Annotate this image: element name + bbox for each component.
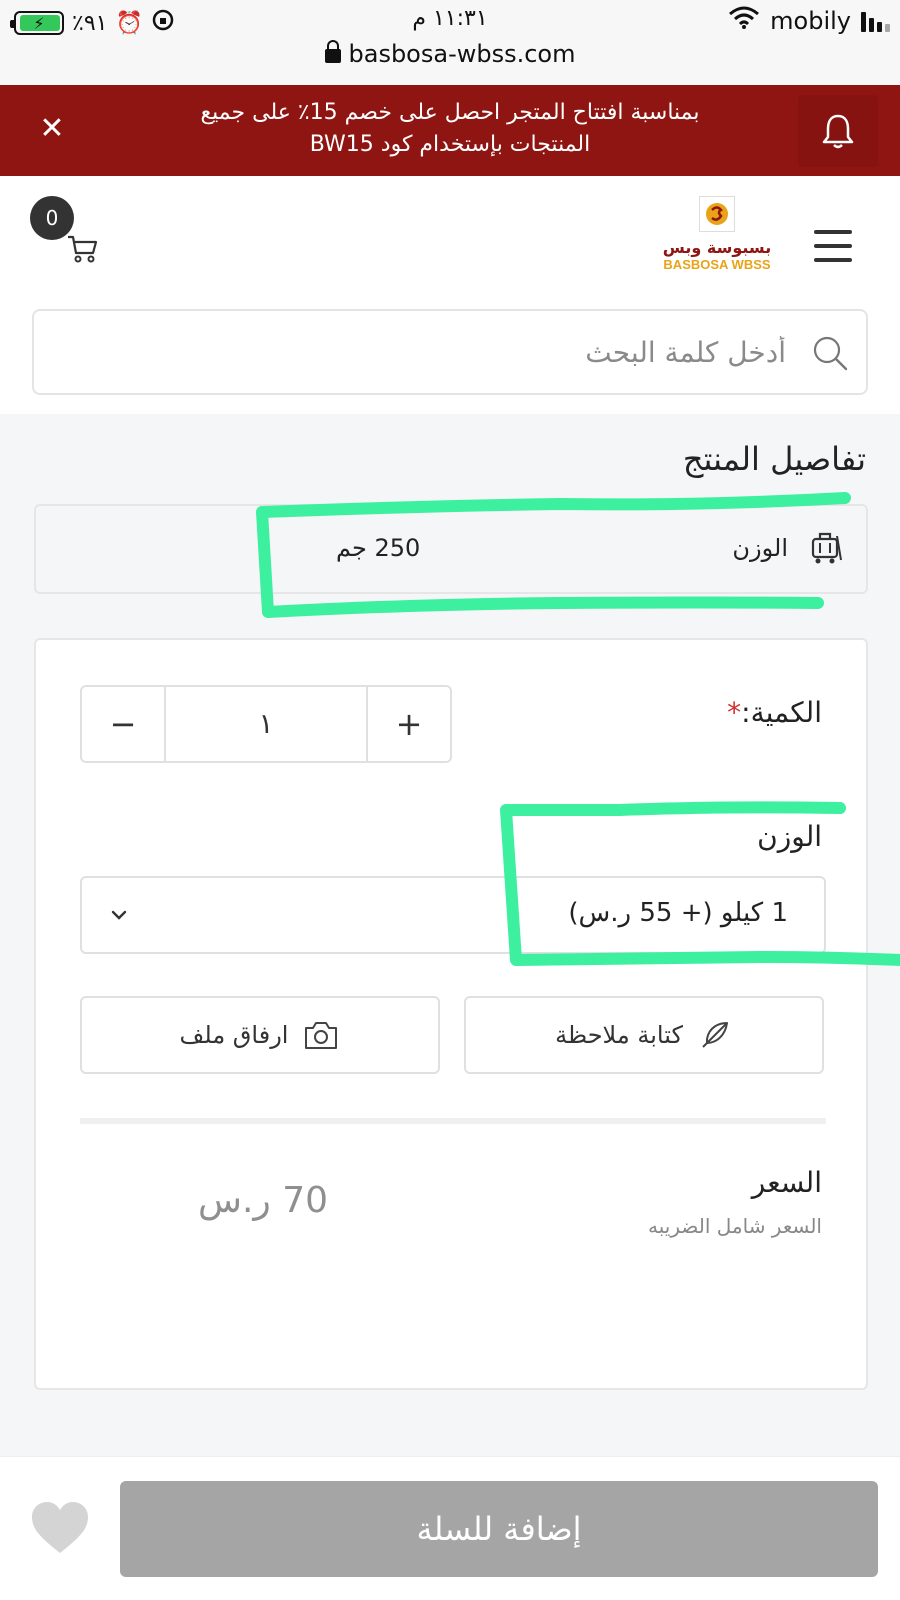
price-value: 70 ر.س (198, 1180, 329, 1221)
status-right: mobily (728, 6, 890, 36)
bell-icon[interactable] (798, 95, 878, 167)
attach-file-button[interactable]: ارفاق ملف (80, 996, 440, 1074)
promo-line-2: المنتجات بإستخدام كود BW15 (309, 132, 591, 157)
status-bar: ⚡ ٪٩١ ⏰ ١١:٣١ م mobily basbosa-wbss.com (0, 0, 900, 85)
search-icon[interactable] (810, 333, 850, 373)
promo-text: بمناسبة افتتاح المتجر احصل على خصم 15٪ ع… (120, 97, 780, 161)
product-details-title: تفاصيل المنتج (682, 440, 866, 478)
price-tax-note: السعر شامل الضريبه (648, 1214, 822, 1238)
close-icon[interactable]: ✕ (34, 111, 70, 147)
chevron-down-icon (111, 910, 127, 920)
quantity-label-text: الكمية: (741, 696, 822, 729)
weight-select-value: 1 كيلو (+ 55 ر.س) (568, 898, 788, 928)
quantity-input[interactable] (168, 687, 364, 761)
hamburger-menu-icon[interactable] (812, 228, 856, 264)
wifi-icon (728, 6, 760, 36)
promo-line-1: بمناسبة افتتاح المتجر احصل على خصم 15٪ ع… (200, 100, 700, 125)
quantity-label: الكمية:* (727, 696, 822, 729)
logo-mark-icon (699, 196, 735, 232)
attach-file-label: ارفاق ملف (179, 1021, 289, 1049)
weight-select[interactable]: 1 كيلو (+ 55 ر.س) (80, 876, 826, 954)
product-options-card: الكمية:* − + الوزن 1 كيلو (+ 55 ر.س) كتا… (34, 638, 868, 1390)
signal-icon (861, 10, 890, 32)
store-logo[interactable]: بسبوسة وبس BASBOSA WBSS (652, 196, 782, 286)
weight-info-card: الوزن 250 جم (34, 504, 868, 594)
weight-info-value: 250 جم (336, 534, 421, 562)
required-mark: * (727, 696, 742, 729)
decrement-button[interactable]: − (82, 687, 166, 761)
increment-button[interactable]: + (366, 687, 450, 761)
write-note-label: كتابة ملاحظة (555, 1021, 683, 1049)
weight-info-label: الوزن (732, 534, 788, 562)
cart-icon (68, 235, 98, 263)
logo-arabic-text: بسبوسة وبس (662, 238, 772, 257)
address-bar[interactable]: basbosa-wbss.com (0, 40, 900, 68)
url-text: basbosa-wbss.com (348, 40, 576, 68)
lock-icon (324, 40, 341, 63)
add-to-cart-button[interactable]: إضافة للسلة (120, 1481, 878, 1577)
price-label: السعر (751, 1166, 822, 1199)
site-header: 0 بسبوسة وبس BASBOSA WBSS (0, 176, 900, 414)
camera-icon (305, 1022, 338, 1049)
quantity-stepper: − + (80, 685, 452, 763)
heart-icon[interactable] (30, 1501, 90, 1555)
carrier-name: mobily (770, 7, 851, 35)
promo-banner: ✕ بمناسبة افتتاح المتجر احصل على خصم 15٪… (0, 85, 900, 176)
weight-select-label: الوزن (757, 820, 822, 853)
bottom-action-bar: إضافة للسلة (0, 1456, 900, 1600)
cart-button[interactable]: 0 (28, 194, 108, 274)
luggage-weight-icon (811, 532, 842, 564)
divider (80, 1118, 826, 1124)
feather-icon (702, 1022, 728, 1048)
logo-english-text: BASBOSA WBSS (663, 257, 771, 272)
search-box (32, 309, 868, 395)
search-input[interactable] (54, 329, 786, 375)
write-note-button[interactable]: كتابة ملاحظة (464, 996, 824, 1074)
